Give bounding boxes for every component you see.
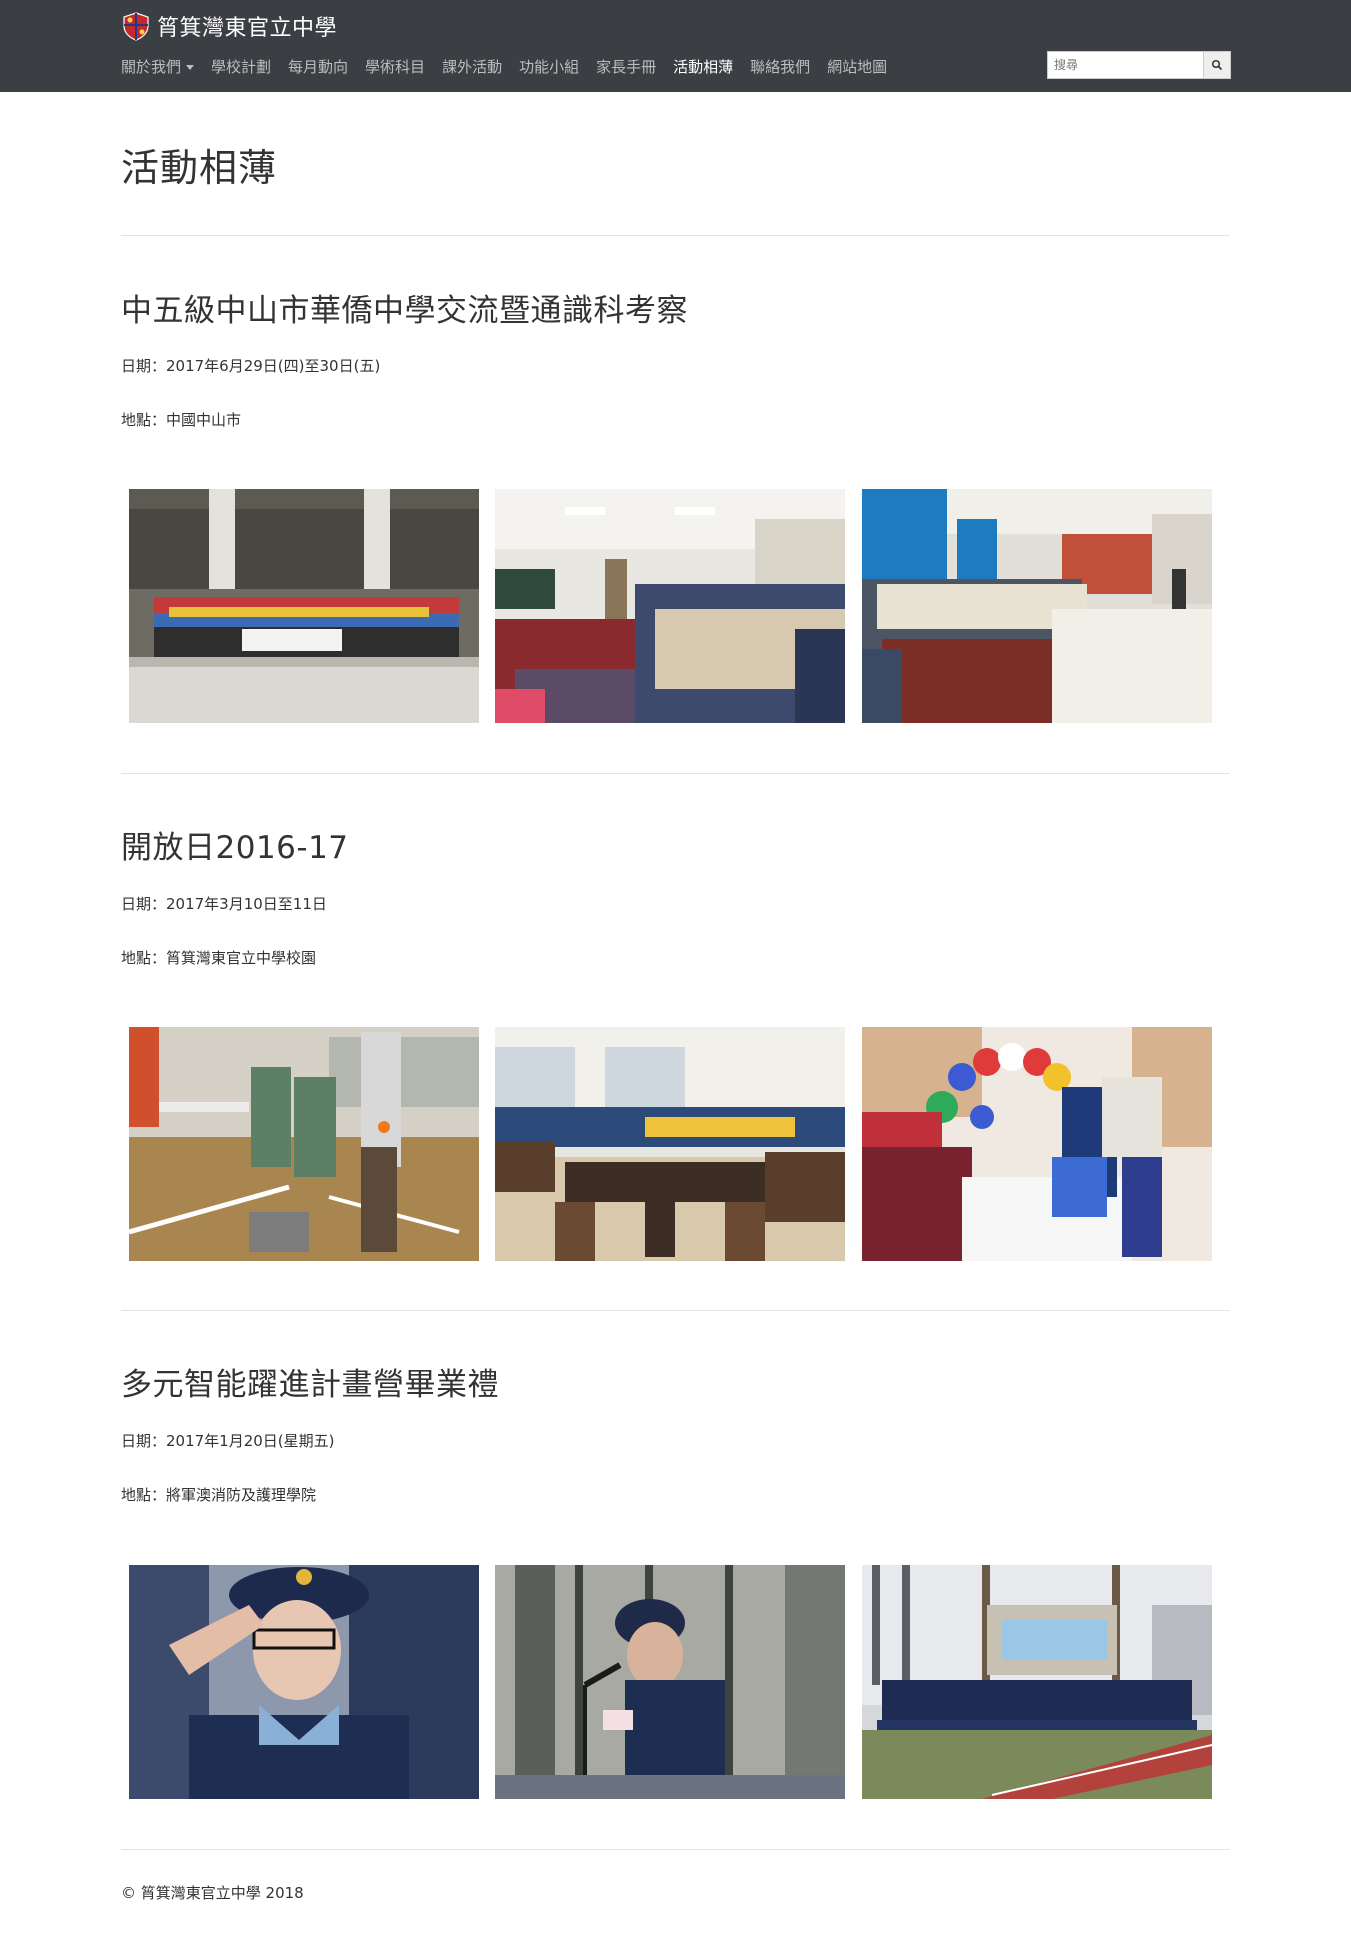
album-location: 地點：中國中山市 [121,411,242,429]
album-date: 日期：2017年3月10日至11日 [121,895,327,913]
brand-link[interactable]: 筲箕灣東官立中學 [121,10,337,42]
photo-robotics-demo[interactable] [129,1027,479,1261]
album-location: 地點：筲箕灣東官立中學校園 [121,949,317,967]
nav-item-monthly[interactable]: 每月動向 [288,56,348,77]
photo-image [862,1027,1212,1261]
page-title: 活動相薄 [121,146,278,190]
photo-balloon-booth[interactable] [862,1027,1212,1261]
photo-row [129,489,1212,723]
photo-classroom-exchange[interactable] [495,489,845,723]
search-button[interactable] [1203,51,1231,79]
nav-item-parents[interactable]: 家長手冊 [596,56,656,77]
photo-lecture-hall[interactable] [862,489,1212,723]
photo-cadet-salute[interactable] [129,1565,479,1799]
nav-item-ecas[interactable]: 課外活動 [442,56,502,77]
photo-group-campus[interactable] [129,489,479,723]
search-form [1047,51,1231,79]
nav-item-label: 關於我們 [121,57,182,76]
nav-item-about[interactable]: 關於我們 [121,56,195,77]
nav-item-school-plan[interactable]: 學校計劃 [211,56,271,77]
nav-item-contact[interactable]: 聯絡我們 [750,56,810,77]
photo-image [129,1027,479,1261]
photo-row [129,1565,1212,1799]
nav-item-subjects[interactable]: 學術科目 [365,56,425,77]
search-icon [1211,59,1223,71]
caret-down-icon [186,64,195,70]
album-date: 日期：2017年6月29日(四)至30日(五) [121,357,381,375]
photo-row [129,1027,1212,1261]
photo-graduation-group[interactable] [862,1565,1212,1799]
album-location: 地點：將軍澳消防及護理學院 [121,1486,317,1504]
photo-lab-visitors[interactable] [495,1027,845,1261]
divider [121,773,1230,774]
site-name: 筲箕灣東官立中學 [157,16,338,41]
nav-item-sitemap[interactable]: 網站地圖 [827,56,887,77]
school-crest-icon [123,12,149,41]
main-nav: 關於我們 學校計劃 每月動向 學術科目 課外活動 功能小組 家長手冊 活動相薄 … [121,54,904,78]
album-title: 中五級中山市華僑中學交流暨通識科考察 [121,293,688,329]
photo-cadet-speech[interactable] [495,1565,845,1799]
photo-image [862,1565,1212,1799]
divider [121,1310,1230,1311]
nav-item-albums[interactable]: 活動相薄 [673,56,733,77]
footer-copyright: © 筲箕灣東官立中學 2018 [121,1884,304,1902]
photo-image [495,1027,845,1261]
search-input[interactable] [1047,51,1203,79]
photo-image [495,489,845,723]
photo-image [129,1565,479,1799]
top-navbar: 筲箕灣東官立中學 關於我們 學校計劃 每月動向 學術科目 課外活動 功能小組 家… [0,0,1351,92]
album-title: 開放日2016-17 [121,830,349,866]
nav-item-groups[interactable]: 功能小組 [519,56,579,77]
photo-image [495,1565,845,1799]
photo-image [862,489,1212,723]
photo-image [129,489,479,723]
album-title: 多元智能躍進計畫營畢業禮 [121,1367,499,1403]
divider [121,235,1230,236]
divider [121,1849,1230,1850]
album-date: 日期：2017年1月20日(星期五) [121,1432,335,1450]
